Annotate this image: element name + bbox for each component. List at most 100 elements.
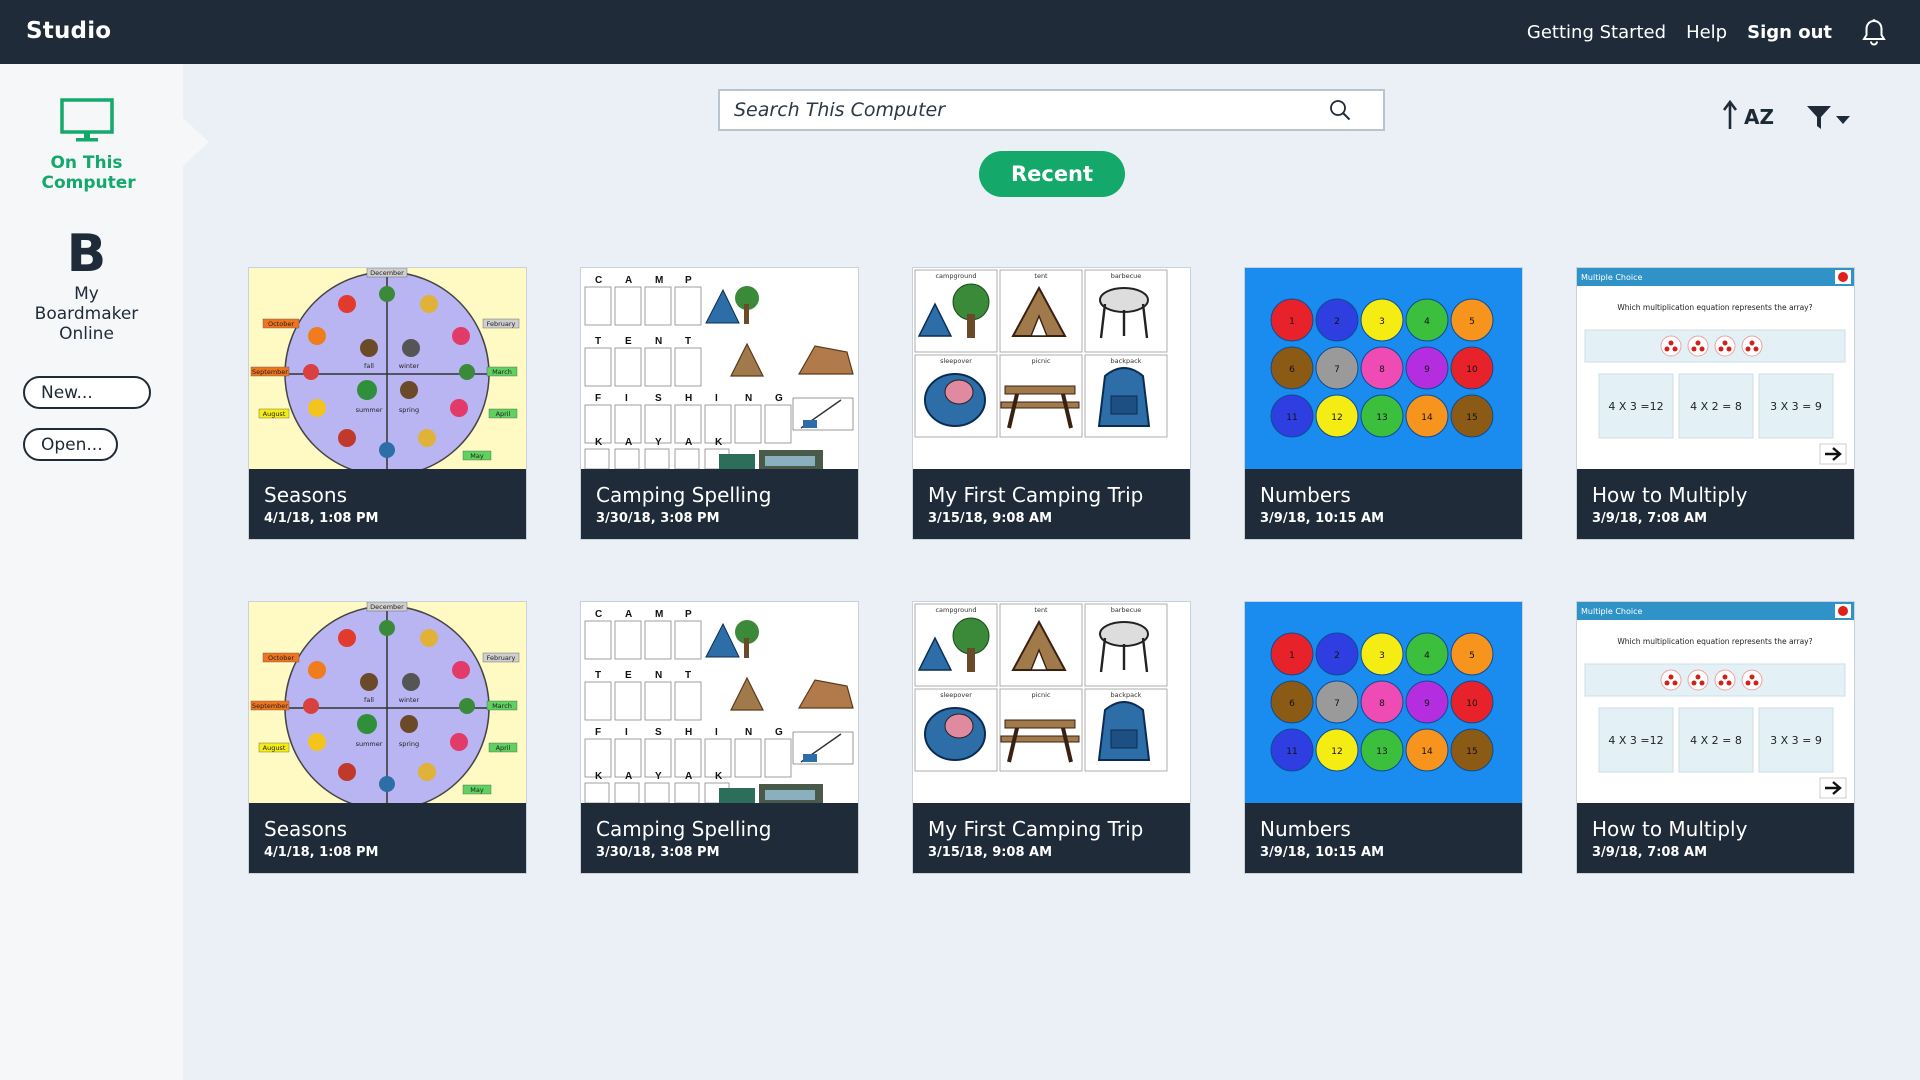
activity-card[interactable]: C A M P T E N T F I S H I N G K A Y A K Camping Spelling 3/… [581, 268, 858, 539]
number-label: 10 [1466, 365, 1478, 375]
season-label: winter [399, 362, 420, 370]
sign-out-link[interactable]: Sign out [1747, 22, 1832, 43]
activity-title: How to Multiply [1592, 483, 1748, 507]
app-title: Studio [26, 18, 112, 44]
month-tag: March [486, 366, 518, 377]
spelling-letter: E [625, 336, 632, 347]
symbol-label: barbecue [1111, 606, 1142, 614]
spelling-letter: E [625, 670, 632, 681]
letter-box [584, 286, 612, 326]
open-button[interactable]: Open... [23, 428, 118, 461]
sort-control[interactable]: AZ [1722, 99, 1774, 134]
symbol-label: backpack [1111, 691, 1142, 699]
recent-button[interactable]: Recent [979, 151, 1125, 197]
number-label: 5 [1469, 317, 1475, 327]
letter-box [674, 620, 702, 660]
month-tag: March [486, 700, 518, 711]
filter-control[interactable] [1806, 104, 1851, 134]
activity-title: Numbers [1260, 483, 1351, 507]
activity-thumbnail: C A M P T E N T F I S H I N G K A Y A K [581, 268, 858, 469]
letter-box [584, 782, 610, 803]
number-label: 12 [1331, 747, 1342, 757]
spelling-letter: T [685, 670, 691, 681]
letter-box [644, 782, 670, 803]
number-label: 3 [1379, 317, 1385, 327]
activity-date: 4/1/18, 1:08 PM [264, 511, 379, 526]
symbol-label: tent [1034, 606, 1048, 614]
on-this-computer-location[interactable]: On This Computer [0, 98, 173, 193]
mc-choice: 4 X 3 =12 [1608, 400, 1663, 413]
spelling-letter: T [595, 336, 601, 347]
symbol-label: tent [1034, 272, 1048, 280]
month-tag: October [262, 652, 300, 663]
spelling-letter: H [685, 393, 692, 404]
activity-card[interactable]: campground tent barbecue sleepover picnic bac… [913, 268, 1190, 539]
activity-card[interactable]: 1 2 3 4 5 6 7 8 9 10 11 12 13 14 15 Numbers 3/9/18, 10… [1245, 602, 1522, 873]
spelling-letter: A [625, 437, 632, 448]
activity-date: 3/9/18, 7:08 AM [1592, 845, 1708, 860]
spelling-letter: P [685, 275, 692, 286]
symbol-label: campground [935, 606, 976, 614]
search-icon[interactable] [1327, 97, 1353, 123]
letter-box [674, 782, 700, 803]
month-tag: April [488, 742, 518, 753]
activity-title: Camping Spelling [596, 483, 772, 507]
new-button[interactable]: New... [23, 376, 151, 409]
my-boardmaker-online-location[interactable]: B My Boardmaker Online [0, 226, 173, 344]
help-link[interactable]: Help [1686, 22, 1727, 43]
search-input[interactable] [720, 91, 1327, 129]
activity-caption: How to Multiply 3/9/18, 7:08 AM [1577, 803, 1854, 873]
number-label: 14 [1421, 413, 1433, 423]
number-label: 4 [1424, 651, 1430, 661]
sort-arrow-up-icon [1722, 99, 1738, 134]
activity-card[interactable]: Multiple Choice Which multiplication equa… [1577, 268, 1854, 539]
activity-date: 3/9/18, 10:15 AM [1260, 511, 1385, 526]
my-boardmaker-online-label: My Boardmaker Online [34, 284, 139, 344]
top-bar: Studio Getting Started Help Sign out [0, 0, 1920, 64]
notifications-bell-icon[interactable] [1860, 17, 1888, 47]
search-box [718, 89, 1385, 131]
activity-card[interactable]: C A M P T E N T F I S H I N G K A Y A K Camping Spelling 3/… [581, 602, 858, 873]
activity-card[interactable]: December October February September March Aug… [249, 268, 526, 539]
spelling-letter: Y [655, 771, 662, 782]
activity-caption: Seasons 4/1/18, 1:08 PM [249, 803, 526, 873]
activity-card[interactable]: Multiple Choice Which multiplication equa… [1577, 602, 1854, 873]
activity-date: 3/30/18, 3:08 PM [596, 511, 720, 526]
symbol-label: picnic [1031, 691, 1050, 699]
activity-thumbnail: 1 2 3 4 5 6 7 8 9 10 11 12 13 14 15 [1245, 602, 1522, 803]
letter-box [674, 347, 702, 387]
spelling-letter: N [745, 727, 752, 738]
spelling-letter: S [655, 393, 662, 404]
mc-question: Which multiplication equation represents… [1617, 637, 1812, 646]
spelling-letter: I [625, 727, 628, 738]
activity-title: Numbers [1260, 817, 1351, 841]
spelling-letter: N [655, 336, 662, 347]
activity-title: Seasons [264, 817, 348, 841]
spelling-letter: T [685, 336, 691, 347]
mc-choice: 3 X 3 = 9 [1770, 400, 1822, 413]
activity-card[interactable]: 1 2 3 4 5 6 7 8 9 10 11 12 13 14 15 Numbers 3/9/18, 10… [1245, 268, 1522, 539]
spelling-letter: A [685, 437, 692, 448]
activity-thumbnail: campground tent barbecue sleepover picnic bac… [913, 268, 1190, 469]
spelling-letter: S [655, 727, 662, 738]
symbol-label: barbecue [1111, 272, 1142, 280]
activity-card[interactable]: December October February September March Aug… [249, 602, 526, 873]
spelling-letter: G [775, 727, 783, 738]
number-label: 11 [1286, 747, 1297, 757]
letter-box [614, 286, 642, 326]
spelling-letter: Y [655, 437, 662, 448]
activity-card[interactable]: campground tent barbecue sleepover picnic bac… [913, 602, 1190, 873]
activity-date: 3/15/18, 9:08 AM [928, 511, 1053, 526]
top-nav: Getting Started Help Sign out [1507, 0, 1888, 64]
spelling-letter: T [595, 670, 601, 681]
season-label: summer [356, 406, 383, 414]
number-label: 3 [1379, 651, 1385, 661]
spelling-letter: A [625, 609, 632, 620]
getting-started-link[interactable]: Getting Started [1527, 22, 1666, 43]
activity-caption: Numbers 3/9/18, 10:15 AM [1245, 469, 1522, 539]
spelling-letter: A [625, 275, 632, 286]
symbol-label: sleepover [940, 357, 972, 365]
mc-choice: 3 X 3 = 9 [1770, 734, 1822, 747]
month-label: October [268, 320, 294, 328]
letter-box [614, 620, 642, 660]
